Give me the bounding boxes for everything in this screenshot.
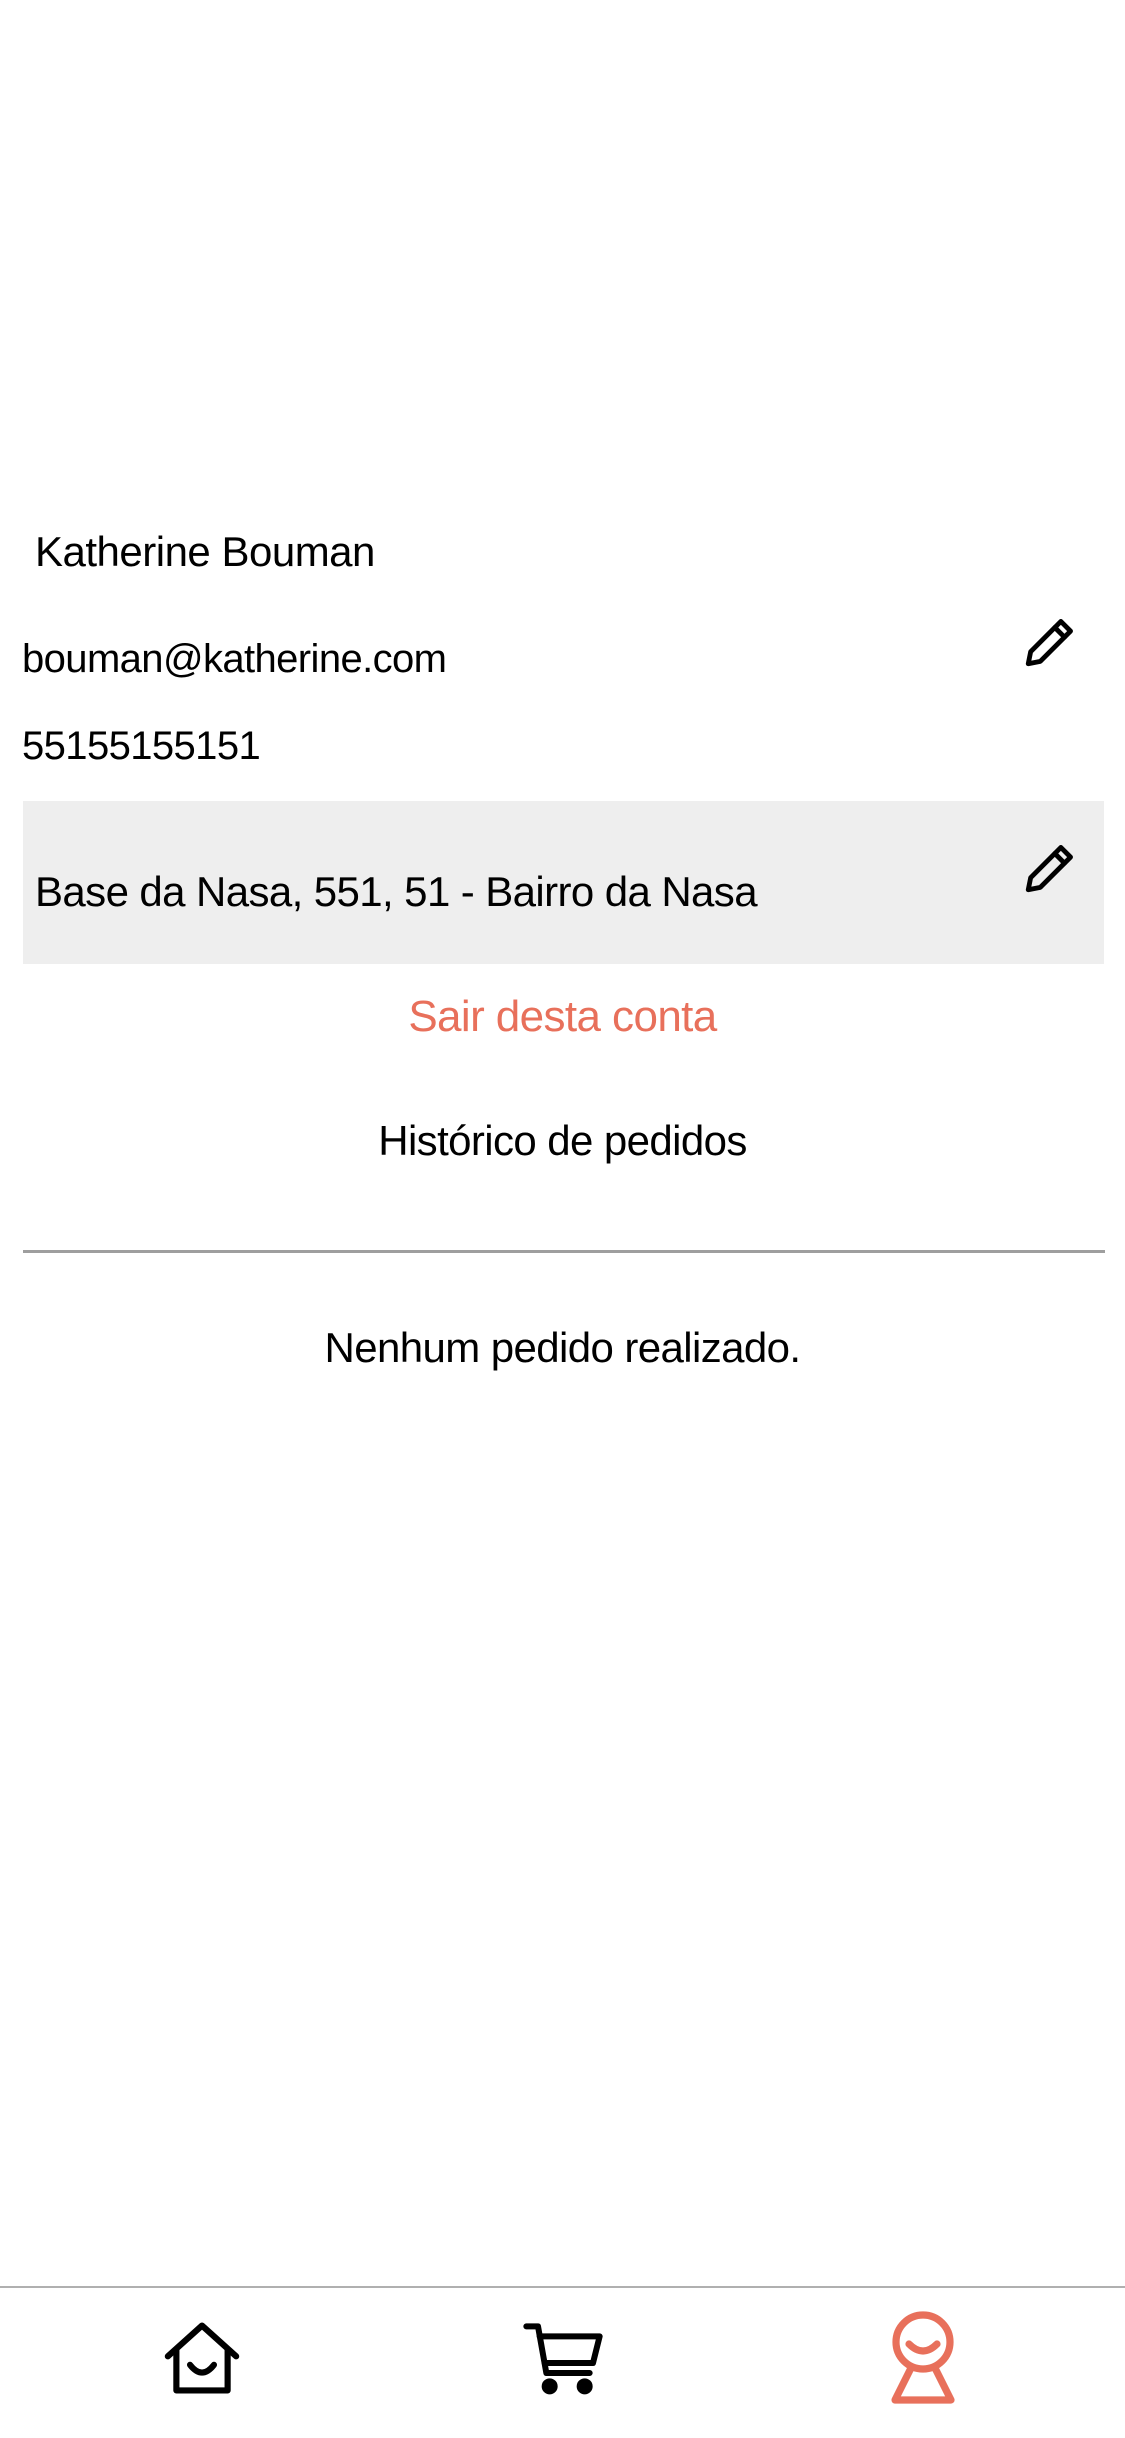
profile-icon [891,2311,955,2404]
edit-address-button[interactable] [1012,830,1088,906]
profile-phone: 55155155151 [22,724,261,768]
address-text: Base da Nasa, 551, 51 - Bairro da Nasa [35,868,758,915]
logout-link[interactable]: Sair desta conta [0,992,1125,1042]
empty-orders-message: Nenhum pedido realizado. [324,1324,802,1371]
order-history-title: Histórico de pedidos [378,1117,747,1164]
nav-profile-button[interactable] [863,2298,983,2418]
pencil-icon [1025,845,1073,893]
nav-home-button[interactable] [142,2298,262,2418]
nav-cart-button[interactable] [503,2298,623,2418]
profile-email: bouman@katherine.com [22,637,447,681]
cart-icon [523,2323,603,2395]
divider [23,1250,1105,1253]
profile-name: Katherine Bouman [35,528,375,575]
home-icon [164,2322,240,2394]
bottom-navigation [0,2286,1125,2438]
pencil-icon [1025,619,1073,667]
edit-profile-button[interactable] [1012,604,1088,680]
